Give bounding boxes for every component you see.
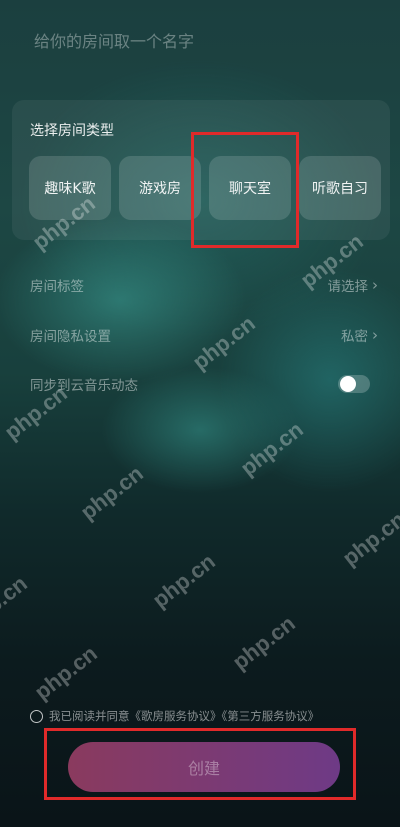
chevron-right-icon: › <box>372 276 378 294</box>
room-type-game[interactable]: 游戏房 <box>119 156 201 220</box>
setting-value-privacy: 私密 › <box>341 325 378 345</box>
watermark: php.cn <box>0 570 32 635</box>
chat-highlight-box <box>191 132 299 248</box>
watermark: php.cn <box>75 460 148 525</box>
agreement-row: 我已阅读并同意《歌房服务协议》《第三方服务协议》 <box>30 706 380 726</box>
room-type-title: 选择房间类型 <box>30 123 114 139</box>
watermark: php.cn <box>337 506 400 571</box>
agreement-radio[interactable] <box>30 709 43 723</box>
toggle-knob <box>340 376 356 392</box>
setting-value-tags-text: 请选择 <box>327 279 369 295</box>
watermark: php.cn <box>147 548 220 613</box>
room-name-input[interactable]: 给你的房间取一个名字 <box>34 28 194 52</box>
create-button[interactable]: 创建 <box>68 742 340 792</box>
watermark: php.cn <box>29 640 102 705</box>
setting-label-tags: 房间标签 <box>30 279 84 295</box>
room-type-study[interactable]: 听歌自习 <box>299 156 381 220</box>
sync-toggle[interactable] <box>338 375 370 393</box>
agreement-text[interactable]: 我已阅读并同意《歌房服务协议》《第三方服务协议》 <box>49 708 319 724</box>
setting-value-privacy-text: 私密 <box>341 329 368 345</box>
setting-value-tags: 请选择 › <box>328 275 379 295</box>
chevron-right-icon: › <box>372 326 378 344</box>
watermark: php.cn <box>227 610 300 675</box>
setting-label-privacy: 房间隐私设置 <box>30 329 111 345</box>
watermark: php.cn <box>235 416 308 481</box>
setting-row-sync: 同步到云音乐动态 <box>30 372 370 396</box>
